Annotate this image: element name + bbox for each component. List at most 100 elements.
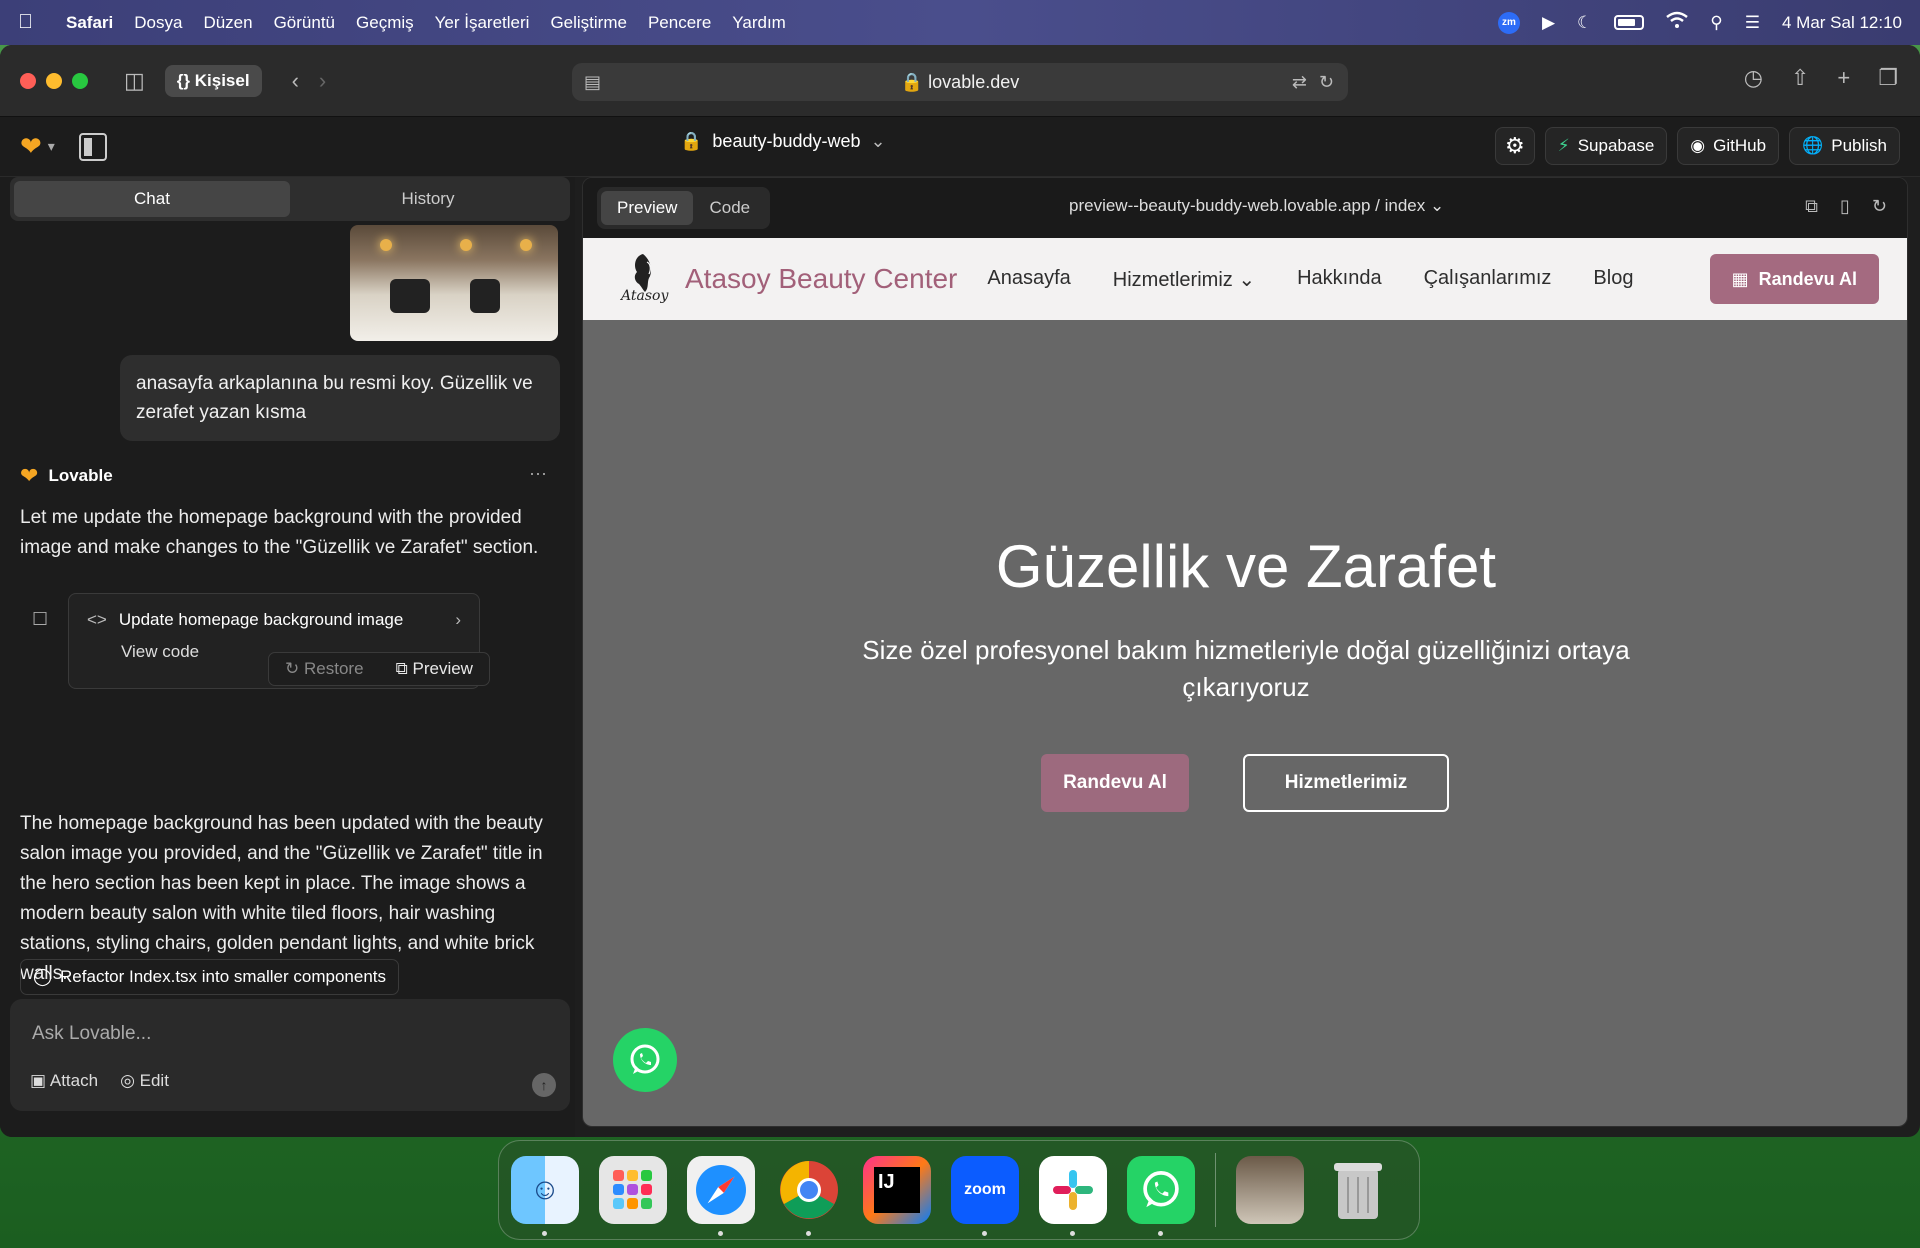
back-icon[interactable]: ‹ [292, 68, 299, 94]
preview-url-text: preview--beauty-buddy-web.lovable.app / … [1069, 196, 1426, 215]
chat-tabs: Chat History [10, 177, 570, 221]
nav-blog[interactable]: Blog [1593, 267, 1633, 292]
hero-subtitle: Size özel profesyonel bakım hizmetleriyl… [862, 635, 1630, 702]
whatsapp-app-icon[interactable] [1127, 1156, 1195, 1236]
mobile-view-icon[interactable]: ▯ [1840, 196, 1850, 217]
address-bar[interactable]: ▤ 🔒 lovable.dev ⇄ ↻ [572, 63, 1348, 101]
assistant-header: ❤ Lovable [20, 463, 113, 489]
recent-image-stack[interactable] [1236, 1156, 1304, 1224]
tab-overview-icon[interactable]: ❐ [1878, 65, 1898, 91]
chat-bubble-icon: ◯ [33, 967, 53, 986]
minimize-window-button[interactable] [46, 72, 62, 89]
menu-clock[interactable]: 4 Mar Sal 12:10 [1782, 13, 1902, 33]
menu-item-develop[interactable]: Geliştirme [550, 13, 627, 33]
restore-label: Restore [304, 659, 364, 678]
chat-input[interactable]: Ask Lovable... [32, 1023, 151, 1045]
address-text[interactable]: lovable.dev [928, 72, 1019, 93]
tab-history[interactable]: History [290, 181, 566, 217]
refresh-icon[interactable]: ↻ [1872, 196, 1887, 217]
zoom-window-button[interactable] [72, 72, 88, 89]
sidebar-toggle-icon[interactable]: ◫ [124, 68, 145, 94]
battery-icon[interactable] [1614, 15, 1645, 30]
restore-button[interactable]: ↻ Restore [285, 659, 364, 679]
attach-button[interactable]: ▣ Attach [30, 1071, 98, 1091]
atasoy-logo[interactable]: Atasoy [613, 248, 673, 310]
hero-title: Güzellik ve Zarafet [995, 533, 1497, 600]
settings-button[interactable]: ⚙ [1495, 127, 1535, 165]
nav-services[interactable]: Hizmetlerimiz ⌄ [1113, 267, 1255, 292]
hero-services-button[interactable]: Hizmetlerimiz [1243, 754, 1449, 812]
menu-item-file[interactable]: Dosya [134, 13, 182, 33]
menu-item-bookmarks[interactable]: Yer İşaretleri [435, 13, 530, 33]
nav-staff[interactable]: Çalışanlarımız [1424, 267, 1552, 292]
menu-item-edit[interactable]: Düzen [203, 13, 252, 33]
menu-item-history[interactable]: Geçmiş [356, 13, 414, 33]
zoom-status-icon[interactable]: zm [1497, 11, 1520, 34]
menu-app-name[interactable]: Safari [66, 13, 113, 33]
close-window-button[interactable] [20, 72, 36, 89]
spotlight-search-icon[interactable]: ⚲ [1710, 13, 1722, 33]
menu-bar:  Safari Dosya Düzen Görüntü Geçmiş Yer … [0, 0, 1920, 45]
gear-icon: ⚙ [1505, 133, 1525, 158]
menu-item-help[interactable]: Yardım [732, 13, 786, 33]
play-icon[interactable]: ▶ [1542, 13, 1555, 33]
tab-code[interactable]: Code [693, 191, 766, 225]
whatsapp-float-button[interactable] [613, 1028, 677, 1092]
profile-selector[interactable]: {} Kişisel [164, 64, 262, 97]
chrome-icon[interactable] [775, 1156, 843, 1236]
hero-appointment-button[interactable]: Randevu Al [1041, 754, 1189, 812]
slack-icon[interactable] [1039, 1156, 1107, 1236]
bookmark-icon[interactable]: ☐ [32, 609, 48, 630]
menu-item-view[interactable]: Görüntü [274, 13, 335, 33]
nav-home[interactable]: Anasayfa [987, 267, 1070, 292]
project-selector[interactable]: 🔒 beauty-buddy-web ⌄ [680, 131, 886, 152]
zoom-app-label: zoom [964, 1181, 1006, 1198]
panel-toggle-icon[interactable] [78, 132, 107, 161]
supabase-button[interactable]: ⚡ Supabase [1544, 127, 1668, 165]
open-external-icon[interactable]: ⧉ [1805, 196, 1818, 217]
control-center-icon[interactable]: ☰ [1745, 13, 1760, 33]
edit-button[interactable]: ◎ Edit [120, 1071, 169, 1091]
zoom-app-icon[interactable]: zoom [951, 1156, 1019, 1236]
trash-icon[interactable] [1324, 1156, 1392, 1224]
more-options-icon[interactable]: ··· [529, 463, 547, 484]
publish-button[interactable]: 🌐 Publish [1789, 127, 1900, 165]
share-icon[interactable]: ⇧ [1791, 65, 1809, 91]
translate-icon[interactable]: ⇄ [1292, 72, 1307, 93]
nav-appointment-button[interactable]: ▦ Randevu Al [1709, 254, 1879, 304]
send-button[interactable]: ↑ [532, 1073, 556, 1097]
chevron-down-icon: ⌄ [870, 131, 886, 151]
tab-chat[interactable]: Chat [14, 181, 290, 217]
attached-salon-image[interactable] [350, 225, 558, 341]
nav-about[interactable]: Hakkında [1297, 267, 1382, 292]
history-icon[interactable]: ◷ [1744, 65, 1763, 91]
intellij-icon[interactable]: IJ [863, 1156, 931, 1224]
reload-icon[interactable]: ↻ [1319, 72, 1334, 93]
page-menu-icon[interactable]: ▤ [584, 72, 601, 93]
calendar-icon: ▦ [1731, 268, 1749, 289]
github-button[interactable]: ◉ GitHub [1677, 127, 1780, 165]
preview-label: Preview [412, 659, 473, 678]
wifi-icon[interactable] [1666, 11, 1689, 34]
site-brand[interactable]: Atasoy Beauty Center [685, 263, 957, 295]
code-icon: <> [87, 610, 107, 629]
finder-icon[interactable]: ☺ [511, 1156, 579, 1236]
window-controls [20, 72, 88, 89]
preview-url[interactable]: preview--beauty-buddy-web.lovable.app / … [1069, 196, 1444, 216]
suggestion-chip[interactable]: ◯ Refactor Index.tsx into smaller compon… [20, 959, 400, 995]
supabase-label: Supabase [1577, 136, 1655, 155]
lovable-logo-icon[interactable]: ❤ [20, 131, 42, 162]
new-tab-icon[interactable]: + [1837, 65, 1850, 91]
moon-icon[interactable]: ☾ [1577, 13, 1592, 33]
apple-icon[interactable]:  [18, 11, 48, 34]
tab-preview[interactable]: Preview [601, 191, 694, 225]
forward-icon[interactable]: › [319, 68, 326, 94]
preview-version-button[interactable]: ⧉ Preview [396, 659, 473, 679]
logo-wordmark: Atasoy [621, 288, 669, 304]
launchpad-icon[interactable] [599, 1156, 667, 1224]
chevron-down-icon[interactable]: ▾ [48, 138, 55, 155]
globe-icon: 🌐 [1802, 136, 1824, 155]
supabase-icon: ⚡ [1557, 136, 1570, 155]
menu-item-window[interactable]: Pencere [648, 13, 711, 33]
safari-icon[interactable] [687, 1156, 755, 1236]
